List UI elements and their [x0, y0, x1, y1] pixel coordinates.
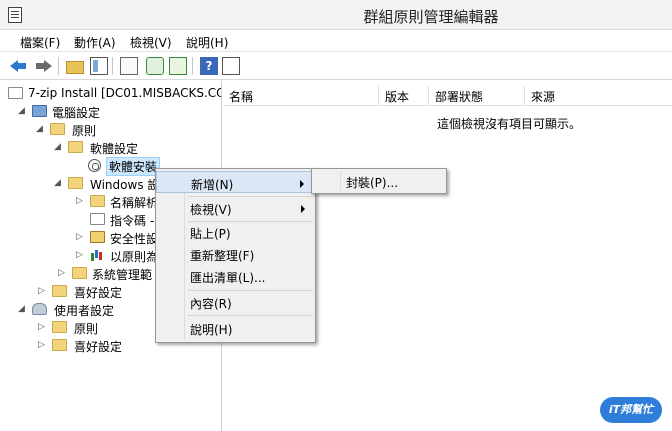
ithome-watermark-logo: iT邦幫忙 — [600, 397, 662, 423]
expand-icon[interactable]: ▷ — [38, 339, 47, 351]
expand-icon[interactable]: ▷ — [38, 285, 47, 297]
menu-item-export-list[interactable]: 匯出清單(L)... — [156, 265, 315, 287]
submenu-arrow-icon — [300, 180, 304, 188]
empty-list-message: 這個檢視沒有項目可顯示。 — [437, 117, 582, 131]
column-header-source[interactable]: 來源 — [525, 86, 672, 106]
column-header-name[interactable]: 名稱 — [223, 86, 379, 106]
folder-icon — [68, 177, 83, 189]
folder-icon — [52, 339, 67, 351]
menu-item-view[interactable]: 檢視(V) — [156, 197, 315, 219]
software-install-icon — [88, 159, 101, 172]
menu-separator — [188, 315, 313, 316]
context-menu: 新增(N) 檢視(V) 貼上(P) 重新整理(F) 匯出清單(L)... 內容(… — [155, 168, 316, 343]
security-icon — [90, 231, 105, 243]
forward-arrow-icon[interactable] — [34, 57, 52, 75]
expand-icon[interactable]: ▷ — [76, 249, 85, 261]
toolbar: ? — [0, 53, 672, 80]
menu-item-help[interactable]: 說明(H) — [156, 317, 315, 339]
toolbar-separator — [58, 57, 59, 75]
menu-item-package[interactable]: 封裝(P)... — [312, 170, 446, 192]
collapse-icon[interactable]: ◢ — [36, 123, 45, 135]
column-header-version[interactable]: 版本 — [379, 86, 429, 106]
menu-help[interactable]: 說明(H) — [186, 34, 228, 51]
menu-view[interactable]: 檢視(V) — [130, 34, 172, 51]
menu-file[interactable]: 檔案(F) — [20, 34, 60, 51]
computer-icon — [32, 105, 47, 117]
user-icon — [32, 303, 47, 315]
up-folder-icon[interactable] — [66, 61, 84, 74]
expand-icon[interactable]: ▷ — [38, 321, 47, 333]
menu-item-new[interactable]: 新增(N) — [156, 171, 315, 193]
expand-icon[interactable]: ▷ — [76, 195, 85, 207]
menu-item-refresh[interactable]: 重新整理(F) — [156, 243, 315, 265]
column-header-deployment-state[interactable]: 部署狀態 — [429, 86, 525, 106]
collapse-icon[interactable]: ◢ — [18, 105, 27, 117]
gpo-icon — [8, 87, 23, 99]
toolbar-separator — [192, 57, 193, 75]
folder-icon — [72, 267, 87, 279]
toolbar-separator — [112, 57, 113, 75]
export-list-icon[interactable] — [169, 57, 187, 75]
menu-item-paste[interactable]: 貼上(P) — [156, 221, 315, 243]
help-icon[interactable]: ? — [200, 57, 218, 75]
menu-action[interactable]: 動作(A) — [74, 34, 116, 51]
expand-icon[interactable]: ▷ — [76, 231, 85, 243]
folder-icon — [90, 195, 105, 207]
submenu-new: 封裝(P)... — [311, 168, 447, 194]
refresh-icon[interactable] — [146, 57, 164, 75]
menu-bar: 檔案(F) 動作(A) 檢視(V) 說明(H) — [0, 30, 672, 52]
properties-doc-icon[interactable] — [120, 57, 138, 75]
collapse-icon[interactable]: ◢ — [18, 303, 27, 315]
window-title: 群組原則管理編輯器 — [363, 8, 499, 26]
expand-icon[interactable]: ▷ — [58, 267, 67, 279]
chart-icon — [90, 249, 105, 261]
collapse-icon[interactable]: ◢ — [54, 177, 63, 189]
action-pane-icon[interactable] — [222, 57, 240, 75]
folder-icon — [50, 123, 65, 135]
collapse-icon[interactable]: ◢ — [54, 141, 63, 153]
folder-icon — [52, 321, 67, 333]
back-arrow-icon[interactable] — [10, 57, 28, 75]
menu-item-properties[interactable]: 內容(R) — [156, 291, 315, 313]
folder-icon — [52, 285, 67, 297]
submenu-arrow-icon — [301, 205, 305, 213]
show-hide-tree-icon[interactable] — [90, 57, 108, 75]
title-bar: 群組原則管理編輯器 — [0, 0, 672, 30]
script-icon — [90, 213, 105, 225]
folder-icon — [68, 141, 83, 153]
